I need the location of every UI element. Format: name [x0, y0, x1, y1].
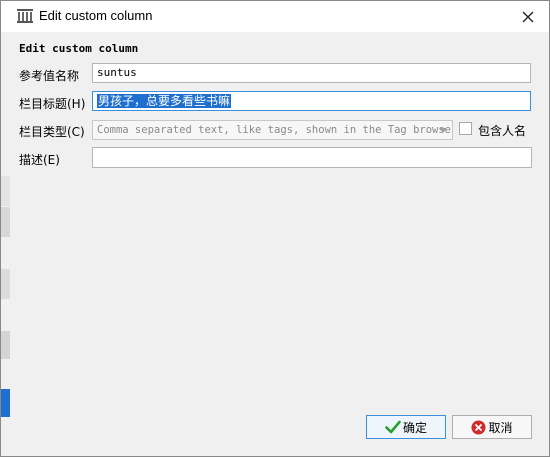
window-title: Edit custom column: [39, 8, 153, 23]
contains-names-label[interactable]: 包含人名: [478, 122, 526, 139]
description-label: 描述(E): [19, 153, 60, 167]
calibre-library-icon: [17, 9, 33, 23]
lookup-name-value: suntus: [97, 66, 137, 79]
checkmark-icon: [385, 420, 401, 434]
cancel-button[interactable]: 取消: [452, 415, 532, 439]
column-heading-label: 栏目标题(H): [19, 97, 86, 111]
ok-button[interactable]: 确定: [366, 415, 446, 439]
column-type-select[interactable]: Comma separated text, like tags, shown i…: [92, 120, 453, 140]
description-input[interactable]: [92, 147, 532, 168]
chevron-down-icon: [439, 128, 447, 133]
title-bar[interactable]: Edit custom column: [1, 1, 549, 32]
close-button[interactable]: [517, 6, 539, 28]
column-type-value: Comma separated text, like tags, shown i…: [97, 124, 453, 136]
column-heading-value: 男孩子，总要多看些书嘛: [97, 94, 232, 108]
cancel-icon: [471, 420, 486, 434]
background-window-strip: [1, 389, 10, 417]
column-type-label: 栏目类型(C): [19, 125, 85, 139]
cancel-button-label: 取消: [488, 420, 513, 435]
edit-custom-column-dialog: Edit custom column Edit custom column 参考…: [0, 0, 550, 457]
background-window-strip: [1, 207, 10, 237]
form-heading: Edit custom column: [19, 42, 139, 55]
background-window-strip: [1, 269, 10, 299]
contains-names-checkbox[interactable]: [459, 122, 472, 135]
lookup-name-label: 参考值名称: [19, 69, 80, 83]
background-window-strip: [1, 331, 10, 359]
ok-button-label: 确定: [402, 420, 427, 435]
background-window-strip: [1, 176, 10, 206]
column-heading-input[interactable]: 男孩子，总要多看些书嘛: [92, 91, 531, 111]
close-icon: [522, 11, 534, 23]
lookup-name-input[interactable]: suntus: [92, 63, 531, 83]
